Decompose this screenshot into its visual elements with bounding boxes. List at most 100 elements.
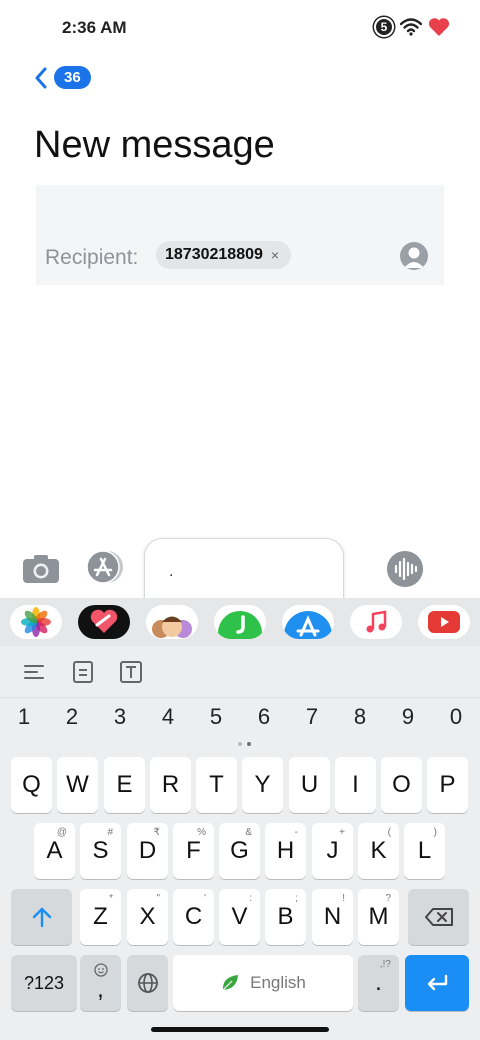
globe-icon bbox=[137, 973, 158, 993]
shift-key[interactable] bbox=[11, 889, 72, 945]
key-i[interactable]: I bbox=[335, 757, 376, 813]
key-x[interactable]: " X bbox=[127, 889, 168, 945]
key-g[interactable]: & G bbox=[219, 823, 260, 879]
period-key[interactable]: ,!? . bbox=[358, 955, 399, 1011]
key-p[interactable]: P bbox=[427, 757, 468, 813]
recipient-panel[interactable]: Recipient: 18730218809 × bbox=[36, 185, 444, 285]
compose-row: . bbox=[0, 538, 480, 618]
key-t[interactable]: T bbox=[196, 757, 237, 813]
key-hint: & bbox=[245, 827, 252, 838]
app-store-icon[interactable] bbox=[86, 550, 124, 584]
home-indicator[interactable] bbox=[151, 1027, 329, 1032]
heart-battery-icon bbox=[428, 18, 450, 36]
key-a[interactable]: @ A bbox=[34, 823, 75, 879]
number-key[interactable]: 4 bbox=[144, 704, 192, 730]
key-z[interactable]: * Z bbox=[80, 889, 121, 945]
key-j[interactable]: + J bbox=[312, 823, 353, 879]
key-label: V bbox=[231, 903, 248, 930]
backspace-key[interactable] bbox=[408, 889, 469, 945]
key-o[interactable]: O bbox=[381, 757, 422, 813]
key-label: D bbox=[138, 837, 157, 864]
camera-icon[interactable] bbox=[22, 554, 60, 584]
key-l[interactable]: ) L bbox=[404, 823, 445, 879]
green-app-icon[interactable] bbox=[214, 605, 266, 639]
memoji-app-icon[interactable] bbox=[146, 605, 198, 639]
key-f[interactable]: % F bbox=[173, 823, 214, 879]
unread-count-badge: 36 bbox=[54, 66, 91, 89]
key-b[interactable]: ; B bbox=[265, 889, 306, 945]
number-key[interactable]: 3 bbox=[96, 704, 144, 730]
key-label: A bbox=[46, 837, 63, 864]
contact-picker-icon[interactable] bbox=[400, 242, 428, 270]
recipient-chip[interactable]: 18730218809 × bbox=[156, 241, 292, 269]
key-label: K bbox=[370, 837, 387, 864]
key-q[interactable]: Q bbox=[11, 757, 52, 813]
wifi-icon bbox=[400, 18, 422, 36]
key-hint: - bbox=[294, 827, 298, 838]
key-u[interactable]: U bbox=[289, 757, 330, 813]
key-r[interactable]: R bbox=[150, 757, 191, 813]
language-key[interactable] bbox=[127, 955, 168, 1011]
key-hint: + bbox=[339, 827, 345, 838]
music-app-icon[interactable] bbox=[350, 605, 402, 639]
number-key[interactable]: 6 bbox=[240, 704, 288, 730]
back-button[interactable]: 36 bbox=[34, 66, 91, 89]
key-e[interactable]: E bbox=[104, 757, 145, 813]
key-label: L bbox=[417, 837, 432, 864]
keyboard: 1 2 3 4 5 6 7 8 9 0 Q W E R T Y U I O P … bbox=[0, 646, 480, 1040]
message-input-text: . bbox=[169, 563, 174, 580]
key-m[interactable]: ? M bbox=[358, 889, 399, 945]
status-time: 2:36 AM bbox=[62, 18, 127, 37]
key-hint: ( bbox=[387, 827, 391, 838]
key-label: F bbox=[186, 837, 201, 864]
key-y[interactable]: Y bbox=[242, 757, 283, 813]
chevron-left-icon bbox=[35, 67, 47, 88]
key-hint: ; bbox=[295, 893, 298, 904]
number-key[interactable]: 7 bbox=[288, 704, 336, 730]
photos-app-icon[interactable] bbox=[10, 605, 62, 639]
text-align-icon[interactable] bbox=[23, 661, 45, 683]
key-hint: ₹ bbox=[153, 827, 160, 838]
key-d[interactable]: ₹ D bbox=[127, 823, 168, 879]
remove-recipient-icon[interactable]: × bbox=[271, 247, 279, 263]
number-key[interactable]: 5 bbox=[192, 704, 240, 730]
comma-key[interactable]: , bbox=[80, 955, 121, 1011]
backspace-icon bbox=[424, 908, 453, 926]
enter-key[interactable] bbox=[405, 955, 469, 1011]
leaf-icon bbox=[222, 975, 239, 991]
audio-message-icon[interactable] bbox=[387, 551, 423, 587]
digital-touch-app-icon[interactable] bbox=[78, 605, 130, 639]
page-title: New message bbox=[34, 124, 275, 166]
number-key[interactable]: 9 bbox=[384, 704, 432, 730]
space-key[interactable]: English bbox=[173, 955, 353, 1011]
key-hint: # bbox=[107, 827, 113, 838]
key-v[interactable]: :V bbox=[219, 889, 260, 945]
document-icon[interactable] bbox=[72, 661, 94, 683]
key-k[interactable]: (K bbox=[358, 823, 399, 879]
number-key[interactable]: 0 bbox=[432, 704, 480, 730]
key-s[interactable]: # S bbox=[80, 823, 121, 879]
app-store-icon[interactable] bbox=[282, 605, 334, 639]
keyboard-page-indicator bbox=[238, 742, 251, 746]
key-n[interactable]: ! N bbox=[312, 889, 353, 945]
recipient-number: 18730218809 bbox=[165, 246, 263, 263]
emoji-icon bbox=[93, 963, 108, 977]
key-c[interactable]: ' C bbox=[173, 889, 214, 945]
number-key[interactable]: 8 bbox=[336, 704, 384, 730]
key-label: N bbox=[323, 903, 342, 930]
space-key-label: English bbox=[250, 973, 306, 992]
text-format-icon[interactable] bbox=[120, 661, 142, 683]
symbols-key[interactable]: ?123 bbox=[11, 955, 77, 1011]
recipient-label: Recipient: bbox=[45, 246, 139, 269]
youtube-app-icon[interactable] bbox=[418, 605, 470, 639]
key-hint: " bbox=[156, 893, 160, 904]
number-key[interactable]: 2 bbox=[48, 704, 96, 730]
status-icons: 5 bbox=[374, 17, 450, 37]
key-label: . bbox=[375, 969, 382, 996]
key-w[interactable]: W bbox=[57, 757, 98, 813]
key-label: C bbox=[184, 903, 203, 930]
circle-5-icon: 5 bbox=[374, 17, 394, 37]
key-h[interactable]: -H bbox=[265, 823, 306, 879]
keyboard-toolbar bbox=[0, 646, 480, 698]
number-key[interactable]: 1 bbox=[0, 704, 48, 730]
